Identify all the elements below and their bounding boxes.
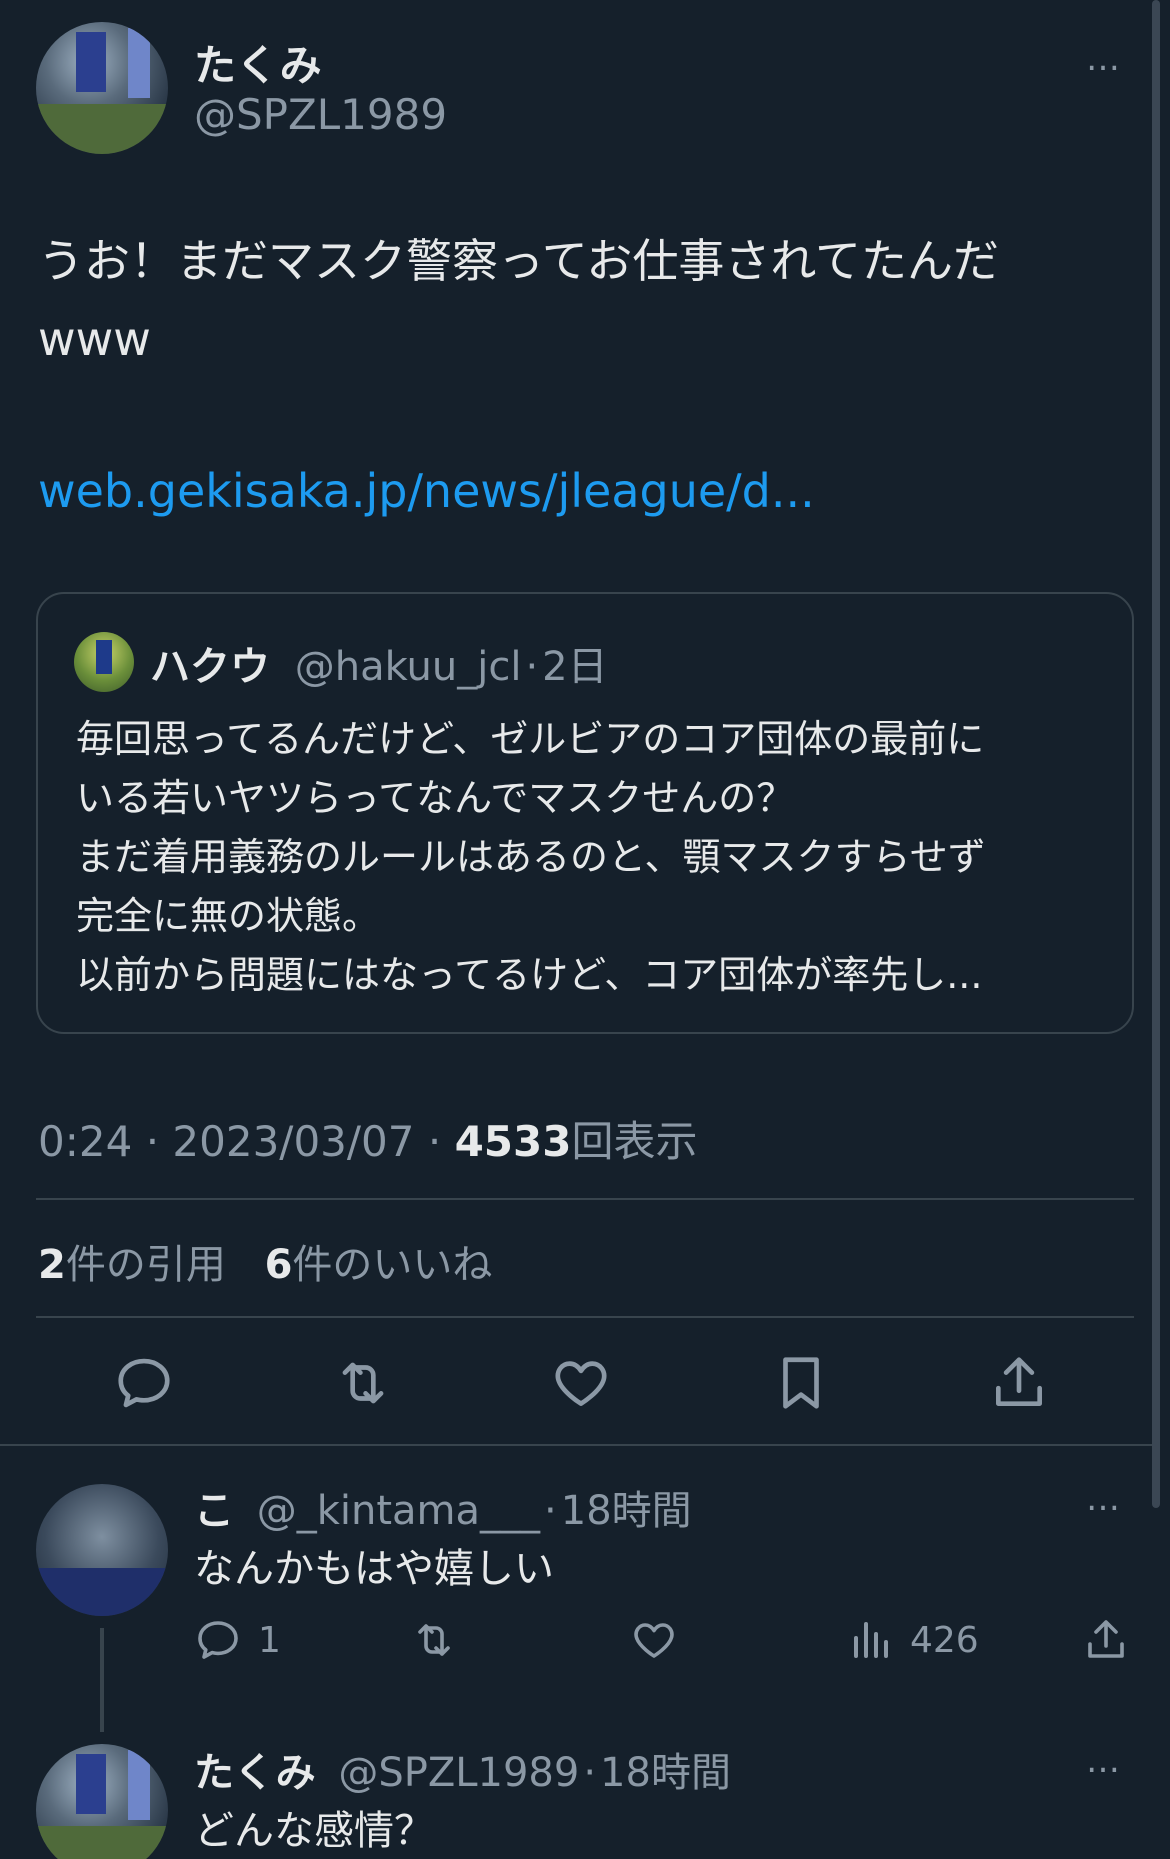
tweet-link[interactable]: web.gekisaka.jp/news/jleague/d... bbox=[38, 452, 815, 530]
divider bbox=[0, 1444, 1152, 1446]
tweet-stats: 2件の引用 6件のいいね bbox=[38, 1232, 492, 1290]
likes-label: 件のいいね bbox=[292, 1242, 493, 1288]
likes-stat[interactable]: 6件のいいね bbox=[265, 1242, 493, 1288]
quote-line: 以前から問題にはなってるけど、コア団体が率先し... bbox=[76, 953, 983, 997]
author-avatar[interactable] bbox=[36, 22, 168, 154]
reply-views-icon[interactable] bbox=[846, 1616, 894, 1664]
reply-reply-count: 1 bbox=[258, 1620, 281, 1661]
separator: · bbox=[525, 644, 539, 690]
quotes-label: 件の引用 bbox=[65, 1242, 226, 1288]
reply-age: 18時間 bbox=[600, 1750, 731, 1796]
tweet-text-line1: うお！まだマスク警察ってお仕事されてたんだ bbox=[38, 234, 999, 288]
quote-line: 毎回思ってるんだけど、ゼルビアのコア団体の最前に bbox=[76, 717, 985, 761]
scrollbar[interactable] bbox=[1152, 0, 1160, 1508]
share-icon[interactable] bbox=[988, 1352, 1050, 1414]
quote-text: 毎回思ってるんだけど、ゼルビアのコア団体の最前に いる若いヤツらってなんでマスク… bbox=[76, 710, 986, 1005]
tweet-meta: 0:24 · 2023/03/07 · 4533回表示 bbox=[38, 1108, 697, 1169]
divider bbox=[36, 1198, 1134, 1200]
reply-author-name[interactable]: たくみ bbox=[194, 1750, 316, 1796]
reply-more-options-icon[interactable]: … bbox=[1086, 1482, 1122, 1516]
views-count: 4533 bbox=[454, 1117, 572, 1166]
reply-icon[interactable] bbox=[113, 1352, 175, 1414]
reply-text: なんかもはや嬉しい bbox=[194, 1546, 554, 1592]
reply-age: 18時間 bbox=[560, 1488, 692, 1534]
quotes-stat[interactable]: 2件の引用 bbox=[38, 1242, 239, 1288]
reply-share-icon[interactable] bbox=[1082, 1616, 1130, 1664]
separator: · bbox=[583, 1750, 597, 1796]
reply-header: こ @_kintama___ · 18時間 bbox=[194, 1478, 692, 1536]
views-label: 回表示 bbox=[571, 1117, 698, 1166]
reply-reply-icon[interactable] bbox=[194, 1616, 242, 1664]
reply-author-name[interactable]: こ bbox=[194, 1488, 234, 1534]
reply-views-count: 426 bbox=[910, 1620, 979, 1661]
reply-like-icon[interactable] bbox=[630, 1616, 678, 1664]
reply-avatar[interactable] bbox=[36, 1744, 168, 1859]
reply-avatar[interactable] bbox=[36, 1484, 168, 1616]
quote-line: いる若いヤツらってなんでマスクせんの？ bbox=[76, 776, 795, 820]
like-icon[interactable] bbox=[550, 1352, 612, 1414]
reply-retweet-icon[interactable] bbox=[410, 1616, 458, 1664]
author-name[interactable]: たくみ bbox=[194, 32, 322, 93]
reply-text: どんな感情？ bbox=[194, 1808, 434, 1854]
quote-line: 完全に無の状態。 bbox=[76, 894, 381, 938]
reply-header: たくみ @SPZL1989 · 18時間 bbox=[194, 1740, 731, 1798]
reply-author-handle[interactable]: @SPZL1989 bbox=[338, 1750, 579, 1796]
quote-age: 2日 bbox=[542, 644, 608, 690]
quote-line: まだ着用義務のルールはあるのと、顎マスクすらせず bbox=[76, 835, 986, 879]
retweet-icon[interactable] bbox=[332, 1352, 394, 1414]
divider bbox=[36, 1316, 1134, 1318]
reply-author-handle[interactable]: @_kintama___ bbox=[257, 1488, 540, 1534]
quote-author-name[interactable]: ハクウ bbox=[150, 644, 270, 690]
thread-line bbox=[100, 1628, 104, 1732]
tweet-time: 0:24 bbox=[38, 1117, 133, 1166]
quote-author-handle[interactable]: @hakuu_jcl bbox=[295, 644, 522, 690]
quote-header: ハクウ @hakuu_jcl · 2日 bbox=[150, 634, 608, 692]
separator: · bbox=[427, 1117, 442, 1166]
more-options-icon[interactable]: … bbox=[1086, 42, 1122, 76]
separator: · bbox=[145, 1117, 160, 1166]
quotes-count: 2 bbox=[38, 1242, 66, 1288]
likes-count: 6 bbox=[264, 1242, 293, 1288]
quote-avatar[interactable] bbox=[74, 632, 134, 692]
reply-more-options-icon[interactable]: … bbox=[1086, 1744, 1122, 1778]
separator: · bbox=[544, 1488, 557, 1534]
bookmark-icon[interactable] bbox=[770, 1352, 832, 1414]
author-handle[interactable]: @SPZL1989 bbox=[194, 90, 447, 139]
tweet-text-line2: www bbox=[38, 312, 151, 366]
tweet-date: 2023/03/07 bbox=[172, 1117, 415, 1166]
